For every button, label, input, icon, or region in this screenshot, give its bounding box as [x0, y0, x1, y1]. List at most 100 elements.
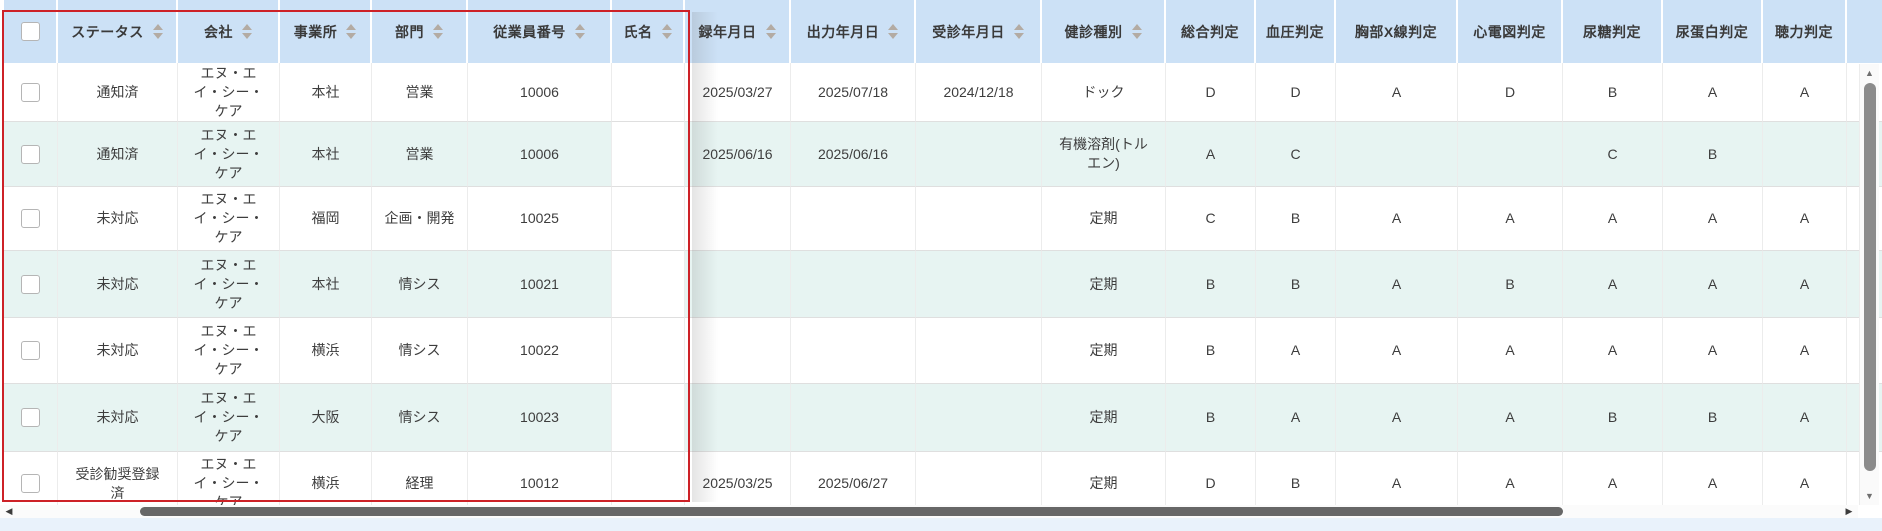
row-checkbox[interactable]	[21, 82, 40, 102]
cell-hearing: A	[1763, 318, 1847, 384]
column-label: 会社	[204, 23, 233, 40]
column-label: 受診年月日	[932, 23, 1005, 40]
column-label: 事業所	[293, 23, 338, 40]
cell-ecg	[1458, 122, 1563, 187]
row-select-cell	[4, 122, 58, 187]
cell-department: 営業	[372, 122, 468, 187]
cell-urine_protein: A	[1663, 251, 1763, 318]
cell-output_date: 2025/07/18	[791, 63, 916, 122]
cell-exam_type: 有機溶剤(トルエン)	[1042, 122, 1166, 187]
cell-name	[612, 63, 685, 122]
row-select-cell	[4, 318, 58, 384]
scroll-left-arrow-icon[interactable]: ◀	[2, 505, 16, 518]
column-header-blood_pressure: 血圧判定	[1256, 0, 1336, 63]
cell-overall: B	[1166, 251, 1256, 318]
sort-icon	[1013, 24, 1024, 39]
select-all-checkbox[interactable]	[20, 22, 40, 41]
table-row: 通知済 エヌ・エイ・シー・ケア 本社 営業 10006 2025/06/16 2025/06…	[4, 122, 1882, 187]
cell-department: 営業	[372, 63, 468, 122]
cell-company: エヌ・エイ・シー・ケア	[178, 187, 280, 251]
row-checkbox[interactable]	[21, 408, 40, 427]
table-header-row: ステータス 会社 事業所 部門 従業員番号 氏名 録年月日 出力年月日 受診年月日 健診種別 総合判…	[4, 0, 1882, 63]
row-checkbox[interactable]	[21, 144, 40, 164]
column-header-office[interactable]: 事業所	[280, 0, 372, 63]
cell-office: 福岡	[280, 187, 372, 251]
row-checkbox[interactable]	[21, 474, 40, 493]
row-checkbox[interactable]	[21, 274, 40, 294]
cell-company: エヌ・エイ・シー・ケア	[178, 63, 280, 122]
column-header-urine_sugar: 尿糖判定	[1563, 0, 1663, 63]
cell-ecg: A	[1458, 384, 1563, 452]
column-header-ecg: 心電図判定	[1458, 0, 1563, 63]
select-all-header[interactable]	[4, 0, 58, 63]
cell-exam_date: 2024/12/18	[916, 63, 1042, 122]
cell-exam_type: 定期	[1042, 384, 1166, 452]
cell-urine_sugar: A	[1563, 318, 1663, 384]
column-label: 胸部X線判定	[1354, 23, 1438, 40]
cell-urine_sugar: B	[1563, 384, 1663, 452]
horizontal-scrollbar[interactable]: ◀ ▶	[0, 505, 1858, 518]
column-header-name[interactable]: 氏名	[612, 0, 685, 63]
cell-urine_protein: A	[1663, 318, 1763, 384]
cell-ecg: A	[1458, 318, 1563, 384]
horizontal-scrollbar-thumb[interactable]	[140, 507, 1563, 516]
cell-status: 未対応	[58, 384, 178, 452]
column-header-company[interactable]: 会社	[178, 0, 280, 63]
vertical-scrollbar[interactable]: ▲ ▼	[1859, 64, 1879, 505]
cell-chest_xray: A	[1336, 63, 1458, 122]
cell-company: エヌ・エイ・シー・ケア	[178, 122, 280, 187]
row-select-cell	[4, 384, 58, 452]
cell-chest_xray	[1336, 122, 1458, 187]
cell-employee_no: 10023	[468, 384, 612, 452]
cell-company: エヌ・エイ・シー・ケア	[178, 318, 280, 384]
scroll-up-arrow-icon[interactable]: ▲	[1860, 66, 1879, 80]
cell-output_date	[791, 318, 916, 384]
cell-ecg: A	[1458, 187, 1563, 251]
cell-employee_no: 10022	[468, 318, 612, 384]
column-header-exam_type[interactable]: 健診種別	[1042, 0, 1166, 63]
cell-chest_xray: A	[1336, 384, 1458, 452]
cell-employee_no: 10006	[468, 122, 612, 187]
scroll-down-arrow-icon[interactable]: ▼	[1860, 489, 1879, 503]
column-label: 尿蛋白判定	[1675, 23, 1749, 40]
cell-name	[612, 187, 685, 251]
row-checkbox[interactable]	[21, 209, 40, 228]
bottom-strip	[0, 518, 1882, 531]
cell-exam_date	[916, 251, 1042, 318]
row-checkbox[interactable]	[21, 341, 40, 360]
cell-office: 本社	[280, 251, 372, 318]
cell-office: 大阪	[280, 384, 372, 452]
cell-exam_type: 定期	[1042, 251, 1166, 318]
sort-icon	[765, 24, 776, 39]
cell-exam_date	[916, 122, 1042, 187]
health-checkup-results-screen: ステータス 会社 事業所 部門 従業員番号 氏名 録年月日 出力年月日 受診年月日 健診種別 総合判…	[0, 0, 1882, 531]
cell-blood_pressure: D	[1256, 63, 1336, 122]
cell-name	[612, 251, 685, 318]
cell-status: 通知済	[58, 63, 178, 122]
table-body: 通知済 エヌ・エイ・シー・ケア 本社 営業 10006 2025/03/27 2025/07…	[4, 63, 1882, 516]
sort-icon	[574, 24, 585, 39]
vertical-scrollbar-thumb[interactable]	[1864, 83, 1876, 471]
table-row: 未対応 エヌ・エイ・シー・ケア 横浜 情シス 10022 定期 B A A A A A A	[4, 318, 1882, 384]
cell-chest_xray: A	[1336, 318, 1458, 384]
cell-blood_pressure: B	[1256, 187, 1336, 251]
column-label: 聴力判定	[1775, 23, 1833, 40]
column-header-status[interactable]: ステータス	[58, 0, 178, 63]
scroll-right-arrow-icon[interactable]: ▶	[1842, 505, 1856, 518]
table-row: 未対応 エヌ・エイ・シー・ケア 福岡 企画・開発 10025 定期 C B A A A A A	[4, 187, 1882, 251]
cell-department: 情シス	[372, 251, 468, 318]
column-header-output_date[interactable]: 出力年月日	[791, 0, 916, 63]
cell-name	[612, 384, 685, 452]
table-row: 未対応 エヌ・エイ・シー・ケア 本社 情シス 10021 定期 B B A B A A A	[4, 251, 1882, 318]
column-header-exam_date[interactable]: 受診年月日	[916, 0, 1042, 63]
column-header-department[interactable]: 部門	[372, 0, 468, 63]
cell-exam_date	[916, 187, 1042, 251]
column-header-employee_no[interactable]: 従業員番号	[468, 0, 612, 63]
cell-urine_sugar: B	[1563, 63, 1663, 122]
column-label: 総合判定	[1181, 23, 1239, 40]
cell-employee_no: 10025	[468, 187, 612, 251]
cell-status: 未対応	[58, 318, 178, 384]
cell-urine_protein: B	[1663, 384, 1763, 452]
health-checkup-table: ステータス 会社 事業所 部門 従業員番号 氏名 録年月日 出力年月日 受診年月日 健診種別 総合判…	[4, 0, 1882, 516]
column-label: 血圧判定	[1266, 23, 1324, 40]
